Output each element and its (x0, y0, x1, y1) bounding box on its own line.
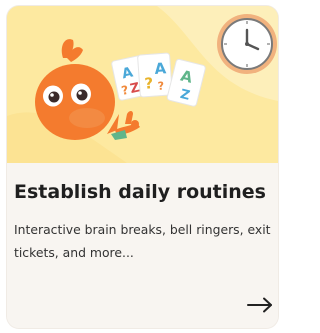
illustration-art: A ? Z ? A ? A Z (7, 6, 278, 163)
card-body: Establish daily routines Interactive bra… (7, 163, 278, 328)
svg-text:?: ? (157, 79, 164, 92)
card-description: Interactive brain breaks, bell ringers, … (14, 222, 271, 260)
routines-card[interactable]: A ? Z ? A ? A Z Establish daily routines (7, 6, 278, 328)
card-title: Establish daily routines (14, 181, 266, 203)
svg-text:?: ? (144, 74, 154, 93)
card-illustration: A ? Z ? A ? A Z (7, 6, 278, 163)
arrow-right-icon[interactable] (247, 297, 273, 313)
svg-text:A: A (154, 59, 167, 78)
clock-icon (217, 14, 277, 74)
